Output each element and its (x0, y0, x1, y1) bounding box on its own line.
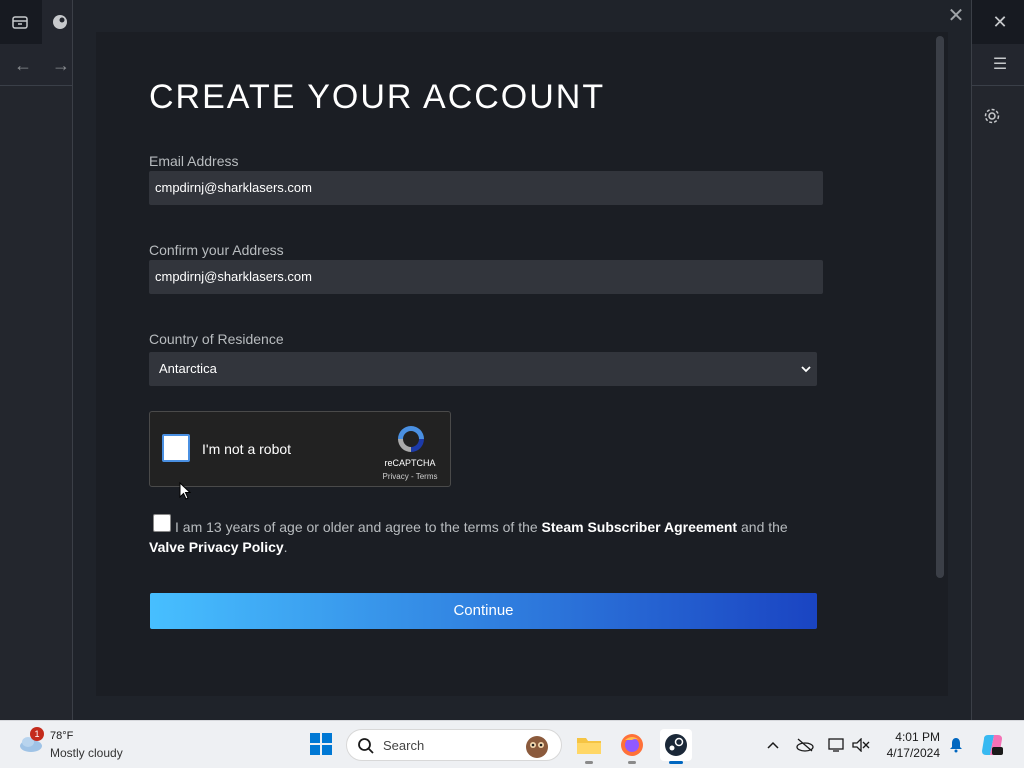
volume-muted-icon[interactable] (852, 737, 870, 753)
agreement-middle: and the (737, 519, 788, 535)
display-icon[interactable] (828, 737, 846, 753)
recaptcha-links[interactable]: Privacy - Terms (378, 472, 442, 481)
copilot-icon[interactable] (980, 733, 1004, 757)
app-running-indicator (585, 761, 593, 764)
weather-notification-badge: 1 (30, 727, 44, 741)
recaptcha-checkbox[interactable] (162, 434, 190, 462)
country-select[interactable]: Antarctica (149, 352, 817, 386)
app-active-indicator (669, 761, 683, 764)
folder-icon (577, 738, 601, 754)
search-highlight-icon (526, 736, 548, 758)
app-running-indicator (628, 761, 636, 764)
weather-temperature[interactable]: 78°F (50, 730, 73, 742)
clock-time[interactable]: 4:01 PM (895, 730, 940, 744)
recaptcha-label: I'm not a robot (202, 441, 292, 457)
taskbar-search[interactable]: Search (346, 729, 562, 761)
weather-description[interactable]: Mostly cloudy (50, 746, 123, 760)
email-label: Email Address (149, 153, 239, 169)
file-explorer-button[interactable] (573, 729, 605, 764)
close-icon[interactable]: ✕ (944, 4, 968, 28)
email-field[interactable]: cmpdirnj@sharklasers.com (149, 171, 823, 205)
library-icon[interactable] (10, 12, 30, 32)
search-placeholder: Search (383, 738, 425, 753)
steam-button[interactable] (660, 729, 692, 764)
menu-icon[interactable]: ☰ (990, 54, 1010, 74)
chevron-up-icon[interactable] (764, 737, 782, 753)
mouse-cursor-icon (179, 482, 191, 500)
confirm-email-field[interactable]: cmpdirnj@sharklasers.com (149, 260, 823, 294)
notification-bell-icon[interactable] (947, 737, 965, 753)
taskbar: 1 78°F Mostly cloudy Search 4:01 PM 4/17… (0, 720, 1024, 768)
settings-gear-icon[interactable] (982, 106, 1002, 126)
country-label: Country of Residence (149, 331, 284, 347)
chevron-down-icon (801, 352, 811, 387)
search-icon (358, 738, 374, 754)
page-title: CREATE YOUR ACCOUNT (149, 78, 606, 116)
recaptcha-widget: I'm not a robot reCAPTCHA Privacy - Term… (149, 411, 451, 487)
confirm-email-label: Confirm your Address (149, 242, 284, 258)
recaptcha-logo-icon (398, 426, 424, 452)
recaptcha-brand: reCAPTCHA (384, 458, 436, 468)
agreement-prefix: I am 13 years of age or older and agree … (175, 519, 542, 535)
firefox-button[interactable] (616, 729, 648, 764)
steam-tab[interactable] (42, 0, 74, 44)
modal-scrollbar[interactable] (936, 36, 944, 578)
windows-start-icon[interactable] (310, 733, 332, 755)
onedrive-offline-icon[interactable] (796, 737, 814, 753)
steam-icon (665, 734, 687, 756)
continue-button[interactable]: Continue (150, 593, 817, 629)
country-selected-value: Antarctica (159, 361, 217, 376)
privacy-policy-link[interactable]: Valve Privacy Policy (149, 539, 284, 555)
agreement-text: I am 13 years of age or older and agree … (149, 517, 819, 557)
agreement-suffix: . (283, 539, 288, 555)
forward-arrow-icon[interactable]: → (50, 54, 72, 76)
subscriber-agreement-link[interactable]: Steam Subscriber Agreement (542, 519, 738, 535)
steam-tab-icon (53, 15, 67, 29)
clock-date[interactable]: 4/17/2024 (887, 746, 940, 760)
window-close-icon[interactable]: ✕ (990, 12, 1010, 32)
back-arrow-icon[interactable]: ← (12, 54, 34, 76)
firefox-icon (621, 734, 643, 756)
